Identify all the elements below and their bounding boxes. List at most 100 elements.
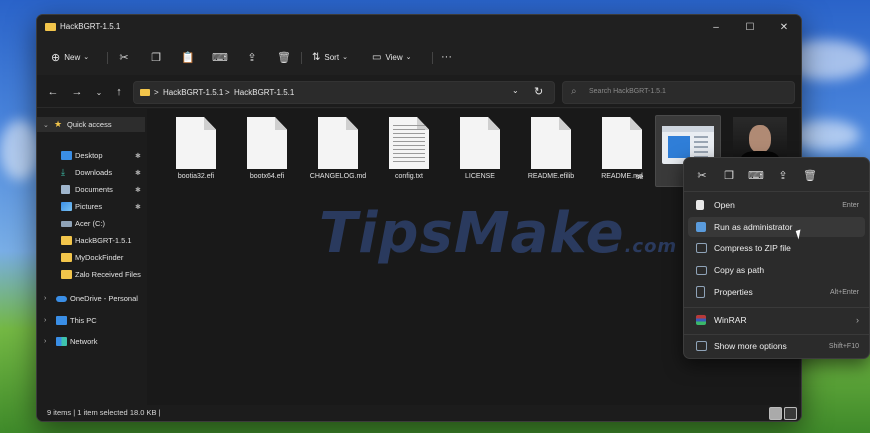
recent-chevron-icon[interactable]: ⌄ <box>91 84 107 100</box>
delete-icon[interactable]: 🗑 <box>802 167 818 183</box>
menu-item-run-as-administrator[interactable]: Run as administrator <box>688 217 865 237</box>
menu-item-properties[interactable]: Properties Alt+Enter <box>688 282 865 302</box>
quick-access-label: Quick access <box>67 120 112 129</box>
file-item[interactable]: bootx64.efi <box>235 115 299 185</box>
menu-item-shortcut: Shift+F10 <box>828 342 859 350</box>
search-icon: ⌕ <box>571 86 577 97</box>
sidebar-item-acer-c[interactable]: Acer (C:) <box>37 216 145 231</box>
paste-icon[interactable]: 📋 <box>179 48 197 66</box>
file-name: CHANGELOG.md <box>309 173 367 180</box>
address-bar[interactable]: > HackBGRT-1.5.1 > HackBGRT-1.5.1 ⌄ ↻ <box>133 81 555 104</box>
chevron-right-icon: › <box>856 315 859 325</box>
file-item[interactable]: bootia32.efi <box>164 115 228 185</box>
rename-icon[interactable]: ⌨ <box>748 167 764 183</box>
divider <box>301 52 302 64</box>
cut-icon[interactable]: ✂ <box>694 167 710 183</box>
pin-icon: ✱ <box>135 169 141 177</box>
photo-face <box>749 125 771 153</box>
view-label: View <box>385 52 403 62</box>
status-bar: 9 items | 1 item selected 18.0 KB | <box>37 405 801 421</box>
navigation-pane: ⌄ ★ Quick access Desktop ✱ ⤓ Downloads ✱… <box>37 109 145 405</box>
sidebar-item-downloads[interactable]: ⤓ Downloads ✱ <box>37 165 145 180</box>
menu-item-label: Copy as path <box>714 265 765 275</box>
folder-icon <box>61 253 72 262</box>
status-text: 9 items | 1 item selected 18.0 KB | <box>47 408 161 417</box>
search-box[interactable]: ⌕ Search HackBGRT-1.5.1 <box>562 81 795 104</box>
watermark-text: TipsMake <box>319 201 625 266</box>
file-item[interactable]: README.efilib <box>519 115 583 185</box>
sidebar-item-label: Downloads <box>75 168 113 177</box>
network-icon <box>56 337 67 346</box>
sidebar-item-onedrive[interactable]: › OneDrive - Personal <box>37 291 145 306</box>
sidebar-item-pictures[interactable]: Pictures ✱ <box>37 199 145 214</box>
sidebar-item-this-pc[interactable]: › This PC <box>37 313 145 328</box>
sort-label: Sort <box>324 52 340 62</box>
sidebar-item-label: This PC <box>70 316 97 325</box>
sidebar-item-label: HackBGRT-1.5.1 <box>75 236 132 245</box>
file-name: bootia32.efi <box>177 173 215 180</box>
sidebar-item-hackbgrt[interactable]: HackBGRT-1.5.1 <box>37 233 145 248</box>
maximize-button[interactable]: ☐ <box>733 15 767 39</box>
chevron-down-icon: ⌄ <box>342 54 348 61</box>
copy-icon[interactable]: ❐ <box>721 167 737 183</box>
winrar-icon <box>696 315 706 325</box>
menu-item-label: Open <box>714 200 735 210</box>
file-name: bootx64.efi <box>249 173 285 180</box>
context-menu: ✂ ❐ ⌨ ⇪ 🗑 Open Enter Run as administrato… <box>683 157 870 359</box>
sidebar-item-mydockfinder[interactable]: MyDockFinder <box>37 250 145 265</box>
view-button[interactable]: ▭ View ⌄ <box>372 48 412 66</box>
zip-icon <box>696 243 707 253</box>
delete-icon[interactable]: 🗑 <box>275 48 293 66</box>
share-icon[interactable]: ⇪ <box>775 167 791 183</box>
window-title: HackBGRT-1.5.1 <box>60 22 121 31</box>
back-arrow-icon[interactable]: ← <box>45 84 61 100</box>
file-item[interactable]: LICENSE <box>448 115 512 185</box>
copy-icon[interactable]: ❐ <box>147 48 165 66</box>
menu-item-open[interactable]: Open Enter <box>688 195 865 215</box>
app-window-lines <box>694 136 708 158</box>
cloud <box>0 120 40 180</box>
star-icon: ★ <box>54 119 63 129</box>
sidebar-item-desktop[interactable]: Desktop ✱ <box>37 148 145 163</box>
forward-arrow-icon[interactable]: → <box>69 84 85 100</box>
sidebar-item-network[interactable]: › Network <box>37 334 145 349</box>
new-button[interactable]: ⊕ New ⌄ <box>51 48 89 66</box>
breadcrumb-separator: > <box>154 88 159 97</box>
large-icons-view-button[interactable] <box>784 407 797 420</box>
details-view-button[interactable] <box>769 407 782 420</box>
menu-item-show-more-options[interactable]: Show more options Shift+F10 <box>688 336 865 356</box>
path-icon <box>696 265 707 275</box>
shield-icon <box>696 222 706 232</box>
menu-item-label: Run as administrator <box>714 222 793 232</box>
up-arrow-icon[interactable]: ↑ <box>111 84 127 100</box>
chevron-down-icon: ⌄ <box>43 121 49 129</box>
rename-icon[interactable]: ⌨ <box>211 48 229 66</box>
pin-icon: ✱ <box>135 152 141 160</box>
sidebar-item-zalo[interactable]: Zalo Received Files <box>37 267 145 282</box>
address-dropdown-icon[interactable]: ⌄ <box>512 86 519 95</box>
sidebar-item-documents[interactable]: Documents ✱ <box>37 182 145 197</box>
search-placeholder: Search HackBGRT-1.5.1 <box>589 88 666 95</box>
cut-icon[interactable]: ✂ <box>115 48 133 66</box>
divider <box>432 52 433 64</box>
share-icon[interactable]: ⇪ <box>243 48 261 66</box>
menu-item-winrar[interactable]: WinRAR › <box>688 310 865 330</box>
breadcrumb-item[interactable]: HackBGRT-1.5.1 <box>163 88 223 97</box>
menu-item-label: WinRAR <box>714 315 747 325</box>
chevron-right-icon: › <box>44 295 47 302</box>
download-icon: ⤓ <box>61 167 65 177</box>
sort-button[interactable]: ⇅ Sort ⌄ <box>312 48 348 66</box>
menu-item-shortcut: Alt+Enter <box>830 288 859 296</box>
sidebar-item-label: Pictures <box>75 202 103 211</box>
close-button[interactable]: ✕ <box>767 15 801 39</box>
breadcrumb-item[interactable]: HackBGRT-1.5.1 <box>234 88 294 97</box>
file-item[interactable]: config.txt <box>377 115 441 185</box>
minimize-button[interactable]: – <box>699 15 733 39</box>
refresh-icon[interactable]: ↻ <box>534 85 543 98</box>
menu-item-compress-zip[interactable]: Compress to ZIP file <box>688 238 865 258</box>
menu-item-copy-as-path[interactable]: Copy as path <box>688 260 865 280</box>
more-options-button[interactable]: ··· <box>441 48 452 66</box>
quick-access-item[interactable]: ⌄ ★ Quick access <box>37 117 145 132</box>
menu-item-shortcut: Enter <box>842 201 859 209</box>
file-item[interactable]: CHANGELOG.md <box>306 115 370 185</box>
